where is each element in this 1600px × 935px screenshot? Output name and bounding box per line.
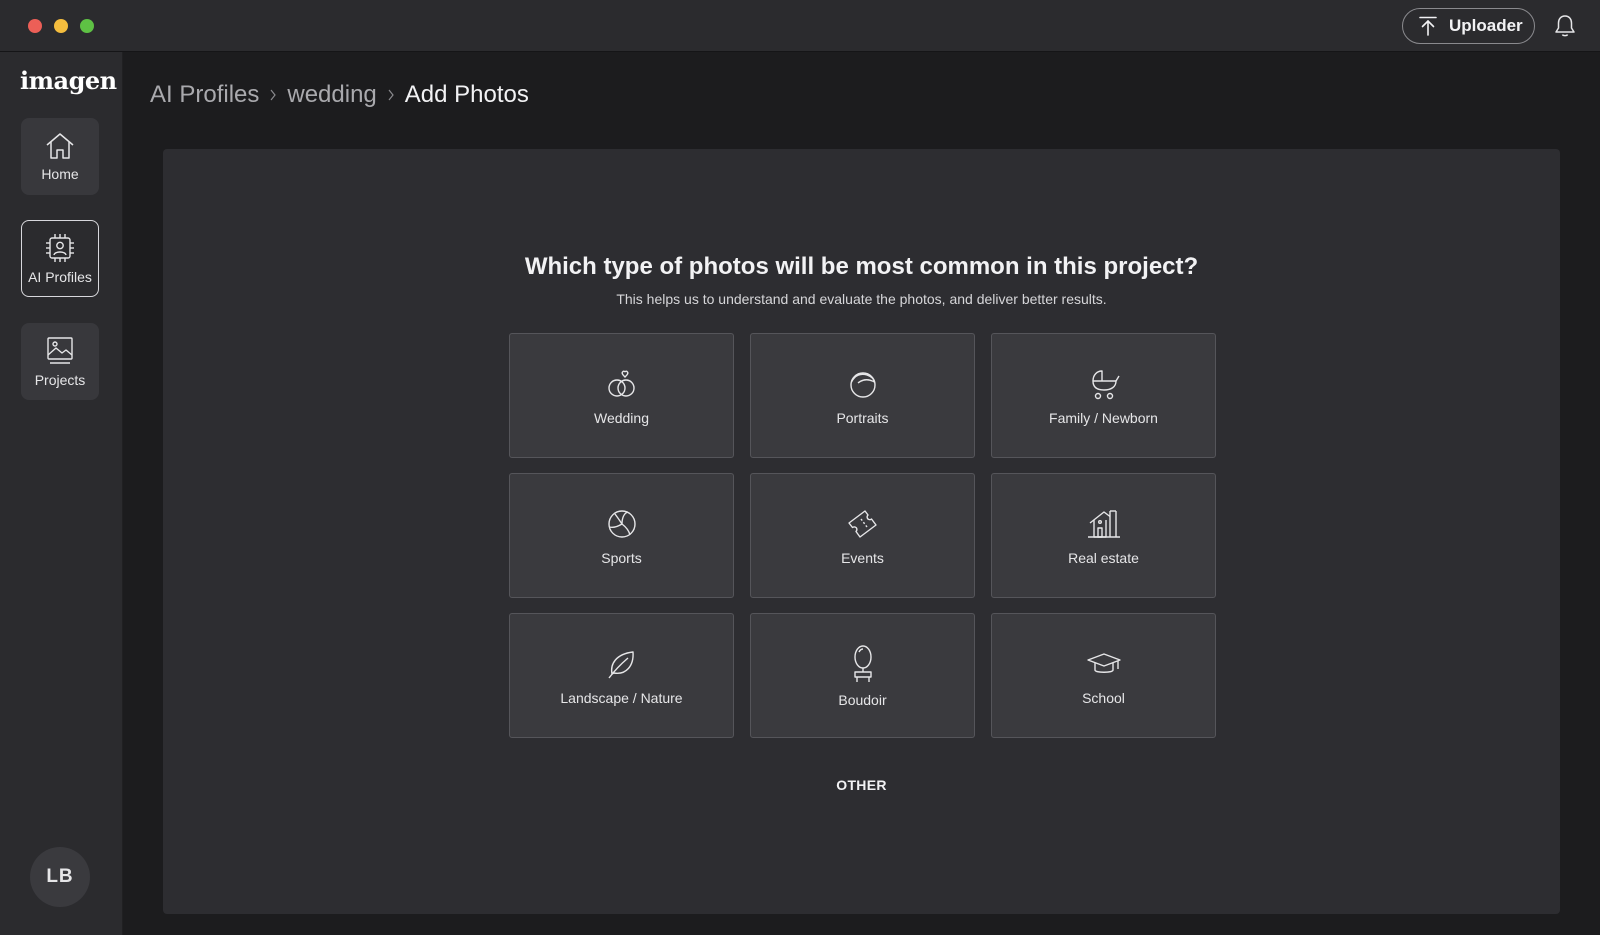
category-label: School bbox=[1082, 689, 1125, 706]
breadcrumb-add-photos: Add Photos bbox=[404, 81, 529, 108]
user-avatar[interactable]: LB bbox=[30, 847, 90, 907]
category-card-portraits[interactable]: Portraits bbox=[750, 333, 975, 458]
category-grid: Wedding Portraits Family / Newborn Sport… bbox=[509, 333, 1216, 738]
baby-stroller-icon bbox=[1091, 369, 1120, 399]
bell-icon[interactable] bbox=[1552, 13, 1578, 39]
sidebar-item-label: Projects bbox=[34, 371, 86, 388]
projects-icon bbox=[47, 336, 73, 364]
main-panel: Which type of photos will be most common… bbox=[163, 149, 1560, 914]
category-label: Sports bbox=[601, 549, 642, 566]
sidebar-item-label: AI Profiles bbox=[28, 268, 92, 285]
other-button[interactable]: OTHER bbox=[836, 777, 887, 793]
graduation-cap-icon bbox=[1086, 652, 1121, 673]
uploader-button[interactable]: Uploader bbox=[1402, 8, 1535, 44]
minimize-window-button[interactable] bbox=[54, 19, 68, 33]
page-question: Which type of photos will be most common… bbox=[524, 253, 1199, 280]
house-icon bbox=[1087, 509, 1120, 538]
face-icon bbox=[849, 371, 876, 398]
volleyball-icon bbox=[607, 509, 636, 538]
mirror-icon bbox=[853, 644, 872, 682]
other-option-row: OTHER bbox=[163, 777, 1560, 795]
category-card-events[interactable]: Events bbox=[750, 473, 975, 598]
category-card-boudoir[interactable]: Boudoir bbox=[750, 613, 975, 738]
category-card-family-newborn[interactable]: Family / Newborn bbox=[991, 333, 1216, 458]
close-window-button[interactable] bbox=[28, 19, 42, 33]
category-card-sports[interactable]: Sports bbox=[509, 473, 734, 598]
imagen-logo[interactable]: imagen bbox=[20, 66, 117, 95]
category-card-wedding[interactable]: Wedding bbox=[509, 333, 734, 458]
ticket-icon bbox=[847, 509, 877, 538]
breadcrumb-wedding[interactable]: wedding bbox=[287, 81, 376, 109]
category-label: Portraits bbox=[836, 409, 889, 426]
rings-icon bbox=[607, 370, 635, 397]
category-card-landscape-nature[interactable]: Landscape / Nature bbox=[509, 613, 734, 738]
sidebar-item-label: Home bbox=[41, 165, 79, 182]
sidebar-item-ai-profiles[interactable]: AI Profiles bbox=[21, 220, 99, 297]
window-titlebar: Uploader bbox=[0, 0, 1600, 52]
category-label: Real estate bbox=[1068, 549, 1139, 566]
category-card-real-estate[interactable]: Real estate bbox=[991, 473, 1216, 598]
leaf-icon bbox=[607, 650, 634, 678]
uploader-label: Uploader bbox=[1449, 16, 1523, 35]
ai-profile-icon bbox=[46, 233, 74, 262]
category-label: Landscape / Nature bbox=[560, 689, 683, 706]
chevron-right-icon bbox=[377, 87, 405, 103]
upload-icon bbox=[1419, 16, 1437, 36]
sidebar-item-home[interactable]: Home bbox=[21, 118, 99, 195]
category-label: Wedding bbox=[593, 409, 649, 426]
category-label: Boudoir bbox=[838, 691, 887, 708]
breadcrumb-ai-profiles[interactable]: AI Profiles bbox=[150, 81, 259, 109]
sidebar-item-projects[interactable]: Projects bbox=[21, 323, 99, 400]
sidebar: imagen Home AI Profiles Projects LB bbox=[0, 52, 123, 935]
chevron-right-icon bbox=[259, 87, 287, 103]
category-label: Events bbox=[841, 549, 884, 566]
category-label: Family / Newborn bbox=[1049, 409, 1158, 426]
page-subtitle: This helps us to understand and evaluate… bbox=[616, 291, 1107, 307]
category-card-school[interactable]: School bbox=[991, 613, 1216, 738]
zoom-window-button[interactable] bbox=[80, 19, 94, 33]
breadcrumb: AI Profiles wedding Add Photos bbox=[150, 78, 529, 112]
home-icon bbox=[46, 132, 74, 159]
